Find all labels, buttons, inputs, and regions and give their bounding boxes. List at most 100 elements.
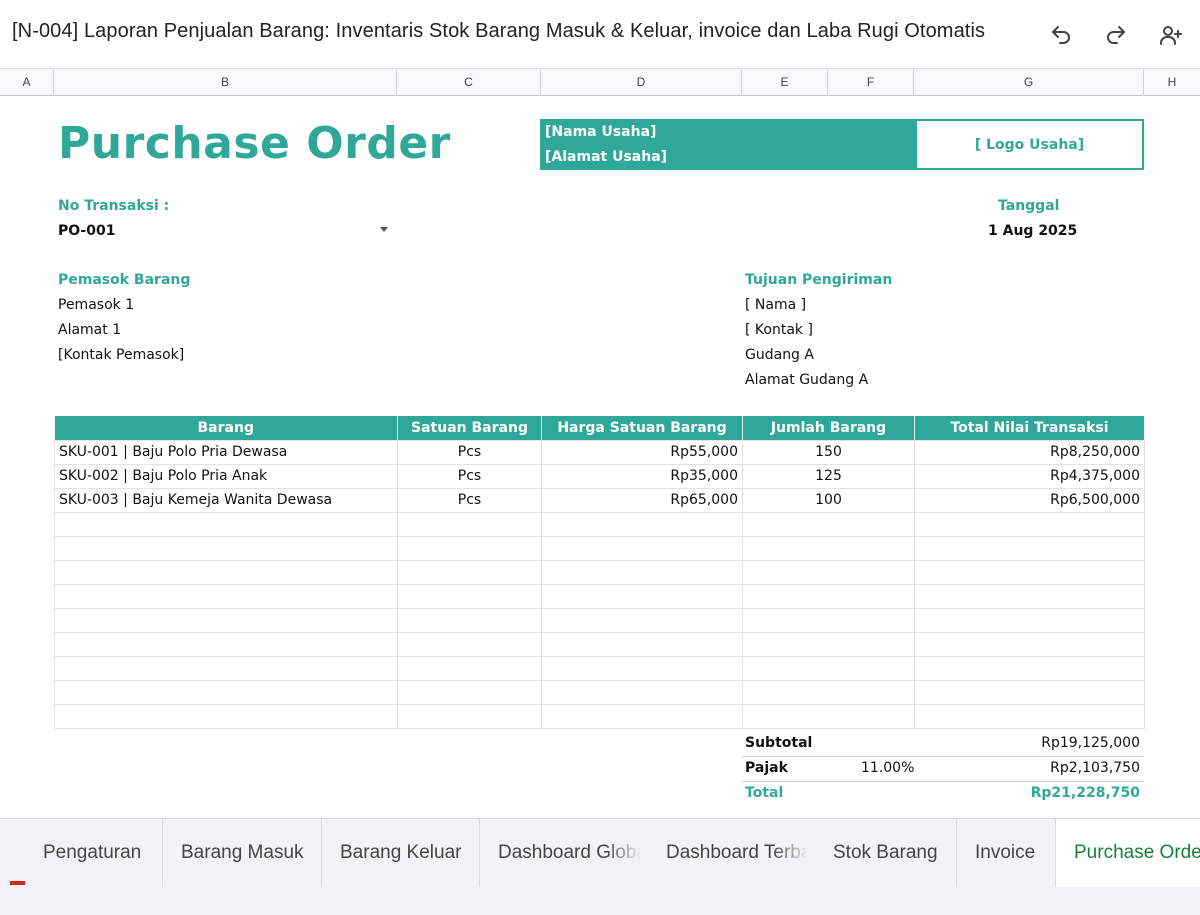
tab-dashboard-terbaru[interactable]: Dashboard Terbaru [648, 819, 815, 887]
cell-jumlah[interactable] [742, 583, 915, 609]
cell-harga[interactable] [541, 679, 743, 705]
undo-icon[interactable] [1046, 20, 1076, 50]
tab-barang-keluar[interactable]: Barang Keluar [322, 819, 480, 887]
cell-total[interactable]: Rp4,375,000 [914, 463, 1145, 489]
cell-barang[interactable]: SKU-002 | Baju Polo Pria Anak [54, 463, 398, 489]
cell-barang[interactable] [54, 535, 398, 561]
date-value[interactable]: 1 Aug 2025 [988, 223, 1077, 239]
cell-barang[interactable] [54, 511, 398, 537]
column-header-d[interactable]: D [541, 69, 742, 96]
transaction-dropdown-icon[interactable] [380, 227, 388, 232]
cell-total[interactable] [914, 631, 1145, 657]
cell-satuan[interactable] [397, 703, 542, 729]
cell-harga[interactable]: Rp55,000 [541, 439, 743, 465]
cell-satuan[interactable] [397, 607, 542, 633]
tab-stok-barang[interactable]: Stok Barang [815, 819, 957, 887]
column-header-h[interactable]: H [1144, 69, 1200, 96]
cell-harga[interactable] [541, 583, 743, 609]
column-header-b[interactable]: B [54, 69, 397, 96]
cell-harga[interactable] [541, 535, 743, 561]
header-harga-satuan[interactable]: Harga Satuan Barang [541, 416, 743, 440]
cell-jumlah[interactable]: 150 [742, 439, 915, 465]
shipping-name[interactable]: [ Nama ] [745, 297, 806, 313]
cell-satuan[interactable] [397, 511, 542, 537]
cell-total[interactable] [914, 607, 1145, 633]
logo-placeholder[interactable]: [ Logo Usaha] [915, 119, 1144, 170]
sheet-grid[interactable]: Purchase Order [Nama Usaha] [Alamat Usah… [0, 96, 1200, 818]
cell-barang[interactable] [54, 655, 398, 681]
shipping-warehouse[interactable]: Gudang A [745, 347, 814, 363]
subtotal-value[interactable]: Rp19,125,000 [1041, 735, 1140, 751]
shipping-contact[interactable]: [ Kontak ] [745, 322, 813, 338]
cell-barang[interactable] [54, 703, 398, 729]
tax-value[interactable]: Rp2,103,750 [1050, 760, 1140, 776]
cell-harga[interactable] [541, 559, 743, 585]
column-header-f[interactable]: F [828, 69, 914, 96]
cell-harga[interactable] [541, 631, 743, 657]
cell-harga[interactable]: Rp35,000 [541, 463, 743, 489]
cell-barang[interactable]: SKU-001 | Baju Polo Pria Dewasa [54, 439, 398, 465]
header-jumlah-barang[interactable]: Jumlah Barang [742, 416, 915, 440]
cell-satuan[interactable] [397, 631, 542, 657]
cell-jumlah[interactable]: 125 [742, 463, 915, 489]
cell-harga[interactable] [541, 607, 743, 633]
cell-jumlah[interactable] [742, 631, 915, 657]
cell-harga[interactable] [541, 655, 743, 681]
cell-jumlah[interactable] [742, 559, 915, 585]
cell-barang[interactable] [54, 559, 398, 585]
cell-total[interactable] [914, 559, 1145, 585]
cell-total[interactable] [914, 703, 1145, 729]
cell-satuan[interactable]: Pcs [397, 463, 542, 489]
cell-total[interactable] [914, 679, 1145, 705]
cell-barang[interactable] [54, 607, 398, 633]
business-info-box[interactable]: [Nama Usaha] [Alamat Usaha] [540, 119, 915, 170]
cell-total[interactable] [914, 535, 1145, 561]
cell-total[interactable]: Rp8,250,000 [914, 439, 1145, 465]
add-person-icon[interactable] [1156, 20, 1186, 50]
cell-harga[interactable]: Rp65,000 [541, 487, 743, 513]
header-total-nilai[interactable]: Total Nilai Transaksi [914, 416, 1145, 440]
shipping-address[interactable]: Alamat Gudang A [745, 372, 868, 388]
cell-barang[interactable] [54, 583, 398, 609]
cell-satuan[interactable]: Pcs [397, 439, 542, 465]
cell-satuan[interactable] [397, 679, 542, 705]
transaction-number[interactable]: PO-001 [58, 223, 115, 239]
total-value[interactable]: Rp21,228,750 [1031, 785, 1140, 801]
column-header-g[interactable]: G [914, 69, 1144, 96]
cell-satuan[interactable] [397, 655, 542, 681]
cell-harga[interactable] [541, 703, 743, 729]
cell-jumlah[interactable] [742, 511, 915, 537]
column-header-a[interactable]: A [0, 69, 54, 96]
document-title[interactable]: [N-004] Laporan Penjualan Barang: Invent… [12, 20, 985, 43]
cell-satuan[interactable] [397, 559, 542, 585]
supplier-contact[interactable]: [Kontak Pemasok] [58, 347, 184, 363]
tab-pengaturan[interactable]: Pengaturan [25, 819, 163, 887]
cell-barang[interactable] [54, 679, 398, 705]
supplier-address[interactable]: Alamat 1 [58, 322, 121, 338]
supplier-name[interactable]: Pemasok 1 [58, 297, 134, 313]
cell-satuan[interactable] [397, 583, 542, 609]
cell-jumlah[interactable]: 100 [742, 487, 915, 513]
cell-satuan[interactable] [397, 535, 542, 561]
cell-total[interactable] [914, 655, 1145, 681]
redo-icon[interactable] [1101, 20, 1131, 50]
column-header-c[interactable]: C [397, 69, 541, 96]
tab-purchase-order[interactable]: Purchase Order [1056, 819, 1200, 887]
tab-invoice[interactable]: Invoice [957, 819, 1056, 887]
header-barang[interactable]: Barang [54, 416, 398, 440]
tab-dashboard-global[interactable]: Dashboard Global [480, 819, 648, 887]
cell-satuan[interactable]: Pcs [397, 487, 542, 513]
cell-jumlah[interactable] [742, 679, 915, 705]
tab-barang-masuk[interactable]: Barang Masuk [163, 819, 322, 887]
cell-jumlah[interactable] [742, 703, 915, 729]
cell-barang[interactable] [54, 631, 398, 657]
cell-jumlah[interactable] [742, 655, 915, 681]
cell-jumlah[interactable] [742, 535, 915, 561]
cell-harga[interactable] [541, 511, 743, 537]
cell-jumlah[interactable] [742, 607, 915, 633]
column-header-e[interactable]: E [742, 69, 828, 96]
cell-total[interactable] [914, 511, 1145, 537]
tax-rate[interactable]: 11.00% [861, 760, 914, 776]
cell-barang[interactable]: SKU-003 | Baju Kemeja Wanita Dewasa [54, 487, 398, 513]
cell-total[interactable] [914, 583, 1145, 609]
